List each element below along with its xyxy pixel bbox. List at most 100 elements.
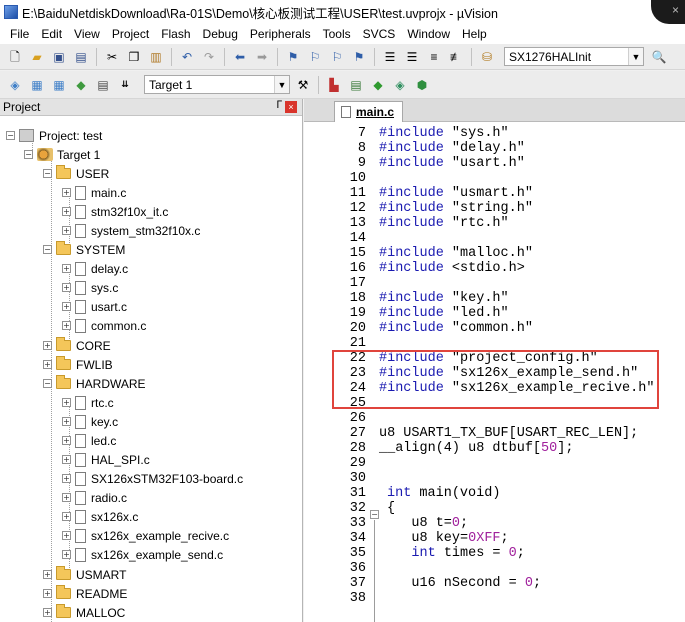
- tree-group-system[interactable]: − SYSTEM: [43, 240, 125, 259]
- new-file-icon[interactable]: 🗋: [6, 48, 24, 66]
- batch-build-icon[interactable]: ◆: [72, 76, 90, 94]
- back-icon[interactable]: ⬅: [231, 48, 249, 66]
- expand-icon[interactable]: +: [62, 550, 71, 559]
- stop-build-icon[interactable]: ▤: [94, 76, 112, 94]
- bookmark-icon[interactable]: ⚑: [284, 48, 302, 66]
- expand-icon[interactable]: +: [62, 493, 71, 502]
- collapse-icon[interactable]: −: [43, 245, 52, 254]
- pin-icon[interactable]: ᒥ: [276, 100, 282, 111]
- expand-icon[interactable]: +: [62, 321, 71, 330]
- tree-file[interactable]: + HAL_SPI.c: [62, 450, 150, 469]
- expand-icon[interactable]: +: [62, 188, 71, 197]
- expand-icon[interactable]: +: [62, 436, 71, 445]
- cut-icon[interactable]: ✂: [103, 48, 121, 66]
- rebuild-icon[interactable]: ▦: [50, 76, 68, 94]
- tree-file[interactable]: + rtc.c: [62, 393, 114, 412]
- menu-tools[interactable]: Tools: [317, 27, 357, 41]
- expand-icon[interactable]: +: [62, 474, 71, 483]
- expand-icon[interactable]: +: [62, 226, 71, 235]
- collapse-icon[interactable]: −: [43, 379, 52, 388]
- prev-bookmark-icon[interactable]: ⚐: [306, 48, 324, 66]
- build-icon[interactable]: ▦: [28, 76, 46, 94]
- tree-file[interactable]: + system_stm32f10x.c: [62, 221, 200, 240]
- translate-icon[interactable]: ◈: [6, 76, 24, 94]
- target-combo[interactable]: Target 1 ▼: [144, 75, 290, 94]
- download-icon[interactable]: ⇊: [116, 76, 134, 94]
- tree-group-user[interactable]: − USER: [43, 164, 109, 183]
- tree-file[interactable]: + stm32f10x_it.c: [62, 202, 168, 221]
- tree-file[interactable]: + sx126x_example_recive.c: [62, 526, 229, 545]
- expand-icon[interactable]: +: [43, 608, 52, 617]
- tree-node-target[interactable]: − Target 1: [24, 145, 100, 164]
- menu-peripherals[interactable]: Peripherals: [244, 27, 317, 41]
- chevron-down-icon[interactable]: ▼: [274, 76, 289, 93]
- target-options-icon[interactable]: ⚒: [294, 76, 312, 94]
- manage-components-icon[interactable]: ▤: [347, 76, 365, 94]
- collapse-icon[interactable]: −: [43, 169, 52, 178]
- collapse-icon[interactable]: −: [6, 131, 15, 140]
- forward-icon[interactable]: ➡: [253, 48, 271, 66]
- tree-file[interactable]: + key.c: [62, 412, 118, 431]
- tree-file[interactable]: + common.c: [62, 316, 146, 335]
- save-all-icon[interactable]: ▤: [72, 48, 90, 66]
- menu-file[interactable]: File: [4, 27, 35, 41]
- expand-icon[interactable]: +: [62, 531, 71, 540]
- function-combo[interactable]: SX1276HALInit ▼: [504, 47, 644, 66]
- uncomment-icon[interactable]: ≢: [447, 48, 465, 66]
- expand-icon[interactable]: +: [62, 512, 71, 521]
- expand-icon[interactable]: +: [62, 283, 71, 292]
- tree-group-core[interactable]: + CORE: [43, 336, 111, 355]
- save-icon[interactable]: ▣: [50, 48, 68, 66]
- pack-installer-icon[interactable]: ⬢: [413, 76, 431, 94]
- expand-icon[interactable]: +: [62, 207, 71, 216]
- expand-icon[interactable]: +: [62, 398, 71, 407]
- expand-icon[interactable]: +: [43, 570, 52, 579]
- expand-icon[interactable]: +: [62, 302, 71, 311]
- expand-icon[interactable]: +: [43, 360, 52, 369]
- find-in-files-icon[interactable]: ⛁: [478, 48, 496, 66]
- next-bookmark-icon[interactable]: ⚐: [328, 48, 346, 66]
- tree-file[interactable]: + usart.c: [62, 297, 127, 316]
- comment-icon[interactable]: ≡: [425, 48, 443, 66]
- clear-bookmarks-icon[interactable]: ⚑: [350, 48, 368, 66]
- expand-icon[interactable]: +: [62, 417, 71, 426]
- menu-help[interactable]: Help: [456, 27, 493, 41]
- tree-group-readme[interactable]: + README: [43, 584, 127, 603]
- menu-project[interactable]: Project: [106, 27, 155, 41]
- menu-debug[interactable]: Debug: [197, 27, 244, 41]
- tree-file[interactable]: + radio.c: [62, 488, 127, 507]
- expand-icon[interactable]: +: [62, 264, 71, 273]
- tree-group-hardware[interactable]: − HARDWARE: [43, 374, 146, 393]
- select-packs-icon[interactable]: ◆: [369, 76, 387, 94]
- tree-file[interactable]: + sys.c: [62, 278, 118, 297]
- tab-main-c[interactable]: main.c: [334, 101, 404, 122]
- open-folder-icon[interactable]: ▰: [28, 48, 46, 66]
- menu-flash[interactable]: Flash: [155, 27, 196, 41]
- tree-file[interactable]: + sx126x.c: [62, 507, 138, 526]
- expand-icon[interactable]: +: [43, 341, 52, 350]
- close-icon[interactable]: ×: [672, 3, 679, 17]
- paste-icon[interactable]: ▥: [147, 48, 165, 66]
- collapse-icon[interactable]: −: [24, 150, 33, 159]
- expand-icon[interactable]: +: [62, 455, 71, 464]
- tree-group-malloc[interactable]: + MALLOC: [43, 603, 125, 622]
- tree-file[interactable]: + sx126x_example_send.c: [62, 545, 223, 564]
- fold-collapse-icon[interactable]: −: [370, 510, 379, 519]
- run-time-env-icon[interactable]: ◈: [391, 76, 409, 94]
- close-panel-icon[interactable]: ×: [285, 101, 297, 113]
- tree-file[interactable]: + SX126xSTM32F103-board.c: [62, 469, 243, 488]
- tree-group-fwlib[interactable]: + FWLIB: [43, 355, 113, 374]
- tree-file[interactable]: + led.c: [62, 431, 116, 450]
- tree-group-usmart[interactable]: + USMART: [43, 565, 126, 584]
- indent-icon[interactable]: ☰: [381, 48, 399, 66]
- file-extensions-icon[interactable]: ▙: [325, 76, 343, 94]
- undo-icon[interactable]: ↶: [178, 48, 196, 66]
- copy-icon[interactable]: ❐: [125, 48, 143, 66]
- redo-icon[interactable]: ↷: [200, 48, 218, 66]
- menu-svcs[interactable]: SVCS: [357, 27, 402, 41]
- chevron-down-icon[interactable]: ▼: [628, 48, 643, 65]
- menu-view[interactable]: View: [68, 27, 106, 41]
- unindent-icon[interactable]: ☰: [403, 48, 421, 66]
- find-icon[interactable]: 🔍: [650, 48, 668, 66]
- menu-window[interactable]: Window: [401, 27, 456, 41]
